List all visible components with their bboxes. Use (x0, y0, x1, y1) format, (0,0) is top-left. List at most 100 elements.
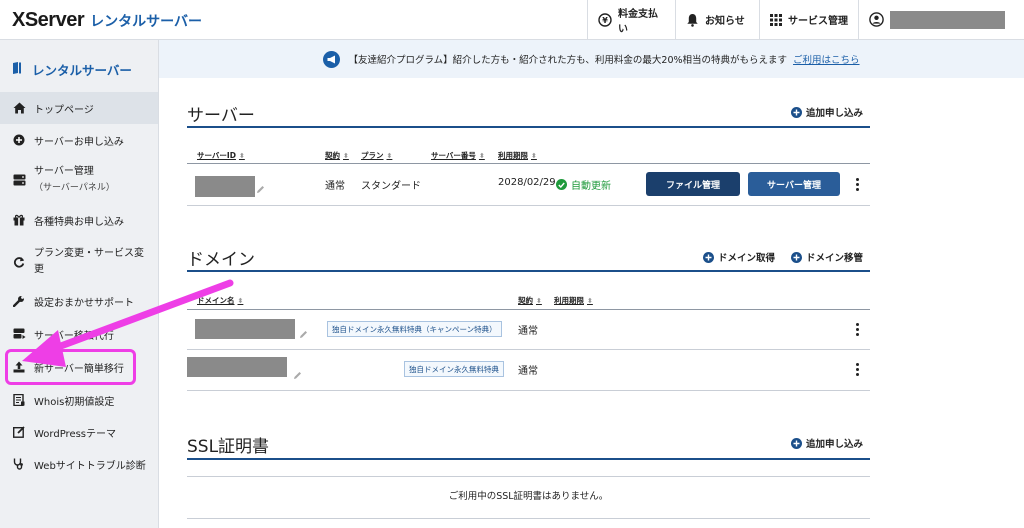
sidebar-item-label: 設定おまかせサポート (34, 297, 134, 309)
banner-link[interactable]: ご利用はこちら (793, 52, 860, 66)
grid-icon (770, 13, 782, 26)
column-header-domain-name[interactable]: ドメイン名 ⬍ (197, 295, 243, 306)
column-header-server-id[interactable]: サーバーID ⬍ (197, 150, 245, 161)
domain-acquire-link[interactable]: ドメイン取得 (703, 250, 775, 264)
document-icon (12, 394, 26, 406)
nav-notice-label: お知らせ (705, 16, 745, 27)
annotation-highlight-box (5, 349, 136, 385)
check-circle-icon (556, 179, 567, 190)
nav-notice[interactable]: お知らせ (675, 0, 759, 39)
nav-payment-label: 料金支払い (618, 8, 658, 35)
column-header-expiry[interactable]: 利用期限 ⬍ (498, 150, 537, 161)
table-row-divider (187, 476, 870, 477)
sidebar-item-server-apply[interactable]: サーバーお申し込み (0, 124, 158, 156)
column-header-plan[interactable]: プラン ⬍ (361, 150, 392, 161)
nav-payment[interactable]: ¥ 料金支払い (587, 0, 675, 39)
plus-circle-icon (12, 134, 26, 146)
edit-box-icon (12, 426, 26, 438)
file-manager-button[interactable]: ファイル管理 (646, 172, 740, 196)
logo-brand: XServer (12, 9, 85, 31)
sidebar-item-top-page[interactable]: トップページ (0, 92, 158, 124)
sidebar-item-sublabel: （サーバーパネル） (34, 183, 115, 193)
pencil-icon[interactable] (299, 324, 308, 343)
server-section-title: サーバー (187, 106, 255, 126)
gift-icon (12, 214, 26, 226)
domain-name-redacted (195, 319, 295, 339)
table-row-divider (187, 518, 870, 519)
home-icon (12, 102, 26, 114)
server-add-link[interactable]: 追加申し込み (791, 105, 863, 119)
column-header-expiry[interactable]: 利用期限 ⬍ (554, 295, 593, 306)
server-icon (12, 174, 26, 186)
sidebar-item-label: サーバー移転代行 (34, 330, 114, 342)
sidebar-item-server-panel[interactable]: サーバー管理 （サーバーパネル） (0, 160, 158, 200)
nav-service[interactable]: サービス管理 (759, 0, 858, 39)
domain-more-menu-icon[interactable] (854, 323, 860, 336)
xserver-logo[interactable]: XServer レンタルサーバー (12, 9, 202, 31)
column-header-server-number[interactable]: サーバー番号 ⬍ (431, 150, 485, 161)
server-more-menu-icon[interactable] (854, 178, 860, 191)
sidebar-item-label: プラン変更・サービス変更 (34, 248, 144, 275)
plus-circle-icon (791, 437, 802, 449)
bell-icon (686, 13, 699, 27)
table-row-divider (187, 205, 870, 206)
megaphone-icon (323, 50, 341, 68)
sidebar-item-label: 各種特典お申し込み (34, 216, 124, 228)
table-row-divider (187, 349, 870, 350)
ssl-add-label: 追加申し込み (806, 439, 864, 450)
sidebar-item-label: Whois初期値設定 (34, 396, 115, 408)
server-panel-button[interactable]: サーバー管理 (748, 172, 840, 196)
section-divider (187, 126, 870, 128)
top-header: XServer レンタルサーバー ¥ 料金支払い お知らせ サービス管理 (0, 0, 1024, 40)
book-icon (12, 61, 22, 78)
sidebar-item-migration-service[interactable]: サーバー移転代行 (0, 318, 158, 350)
svg-text:¥: ¥ (602, 16, 608, 25)
auto-renew-label: 自動更新 (571, 181, 611, 192)
nav-user-account[interactable] (858, 0, 1024, 39)
sidebar-item-wordpress-theme[interactable]: WordPressテーマ (0, 416, 158, 448)
ssl-add-link[interactable]: 追加申し込み (791, 436, 863, 450)
nav-service-label: サービス管理 (788, 16, 848, 27)
stethoscope-icon (12, 458, 26, 470)
table-row-divider (187, 390, 870, 391)
logo-subtitle: レンタルサーバー (90, 14, 202, 30)
sidebar-item-label: トップページ (34, 104, 94, 116)
user-icon (869, 12, 884, 27)
domain-benefit-tag: 独自ドメイン永久無料特典 (404, 361, 504, 377)
server-id-redacted (195, 176, 255, 197)
domain-contract: 通常 (518, 366, 538, 377)
sidebar-item-label: サーバー管理 (34, 166, 94, 177)
sidebar-item-web-diagnosis[interactable]: Webサイトトラブル診断 (0, 448, 158, 480)
domain-name-redacted (187, 357, 287, 377)
table-header-divider (187, 309, 870, 310)
user-name-redacted (890, 10, 1005, 29)
server-expiry: 2028/02/29 (498, 177, 556, 188)
sidebar-item-plan-change[interactable]: プラン変更・サービス変更 (0, 242, 158, 282)
banner-text: 【友達紹介プログラム】紹介した方も・紹介された方も、利用料金の最大20%相当の特… (348, 55, 788, 66)
sidebar-item-setup-support[interactable]: 設定おまかせサポート (0, 284, 158, 318)
sidebar-item-label: サーバーお申し込み (34, 136, 124, 148)
server-transfer-icon (12, 328, 26, 340)
sidebar-title: レンタルサーバー (12, 60, 132, 79)
auto-renew-status: 自動更新 (556, 177, 611, 192)
ssl-section-title: SSL証明書 (187, 437, 270, 457)
sidebar-item-label: WordPressテーマ (34, 428, 117, 440)
domain-section-title: ドメイン (187, 250, 255, 270)
column-header-contract[interactable]: 契約 ⬍ (325, 150, 349, 161)
pencil-icon[interactable] (256, 179, 265, 198)
plus-circle-icon (703, 251, 714, 263)
server-plan: スタンダード (361, 181, 421, 192)
sidebar-item-whois[interactable]: Whois初期値設定 (0, 384, 158, 416)
section-divider (187, 270, 870, 272)
server-contract: 通常 (325, 181, 345, 192)
domain-more-menu-icon[interactable] (854, 363, 860, 376)
sidebar-item-label: Webサイトトラブル診断 (34, 460, 146, 472)
table-header-divider (187, 163, 870, 164)
column-header-contract[interactable]: 契約 ⬍ (518, 295, 542, 306)
pencil-icon[interactable] (293, 365, 302, 384)
referral-banner: 【友達紹介プログラム】紹介した方も・紹介された方も、利用料金の最大20%相当の特… (159, 40, 1024, 78)
sidebar-title-label: レンタルサーバー (32, 63, 132, 78)
ssl-empty-message: ご利用中のSSL証明書はありません。 (448, 491, 609, 502)
sidebar-item-benefits[interactable]: 各種特典お申し込み (0, 204, 158, 236)
domain-transfer-link[interactable]: ドメイン移管 (791, 250, 863, 264)
